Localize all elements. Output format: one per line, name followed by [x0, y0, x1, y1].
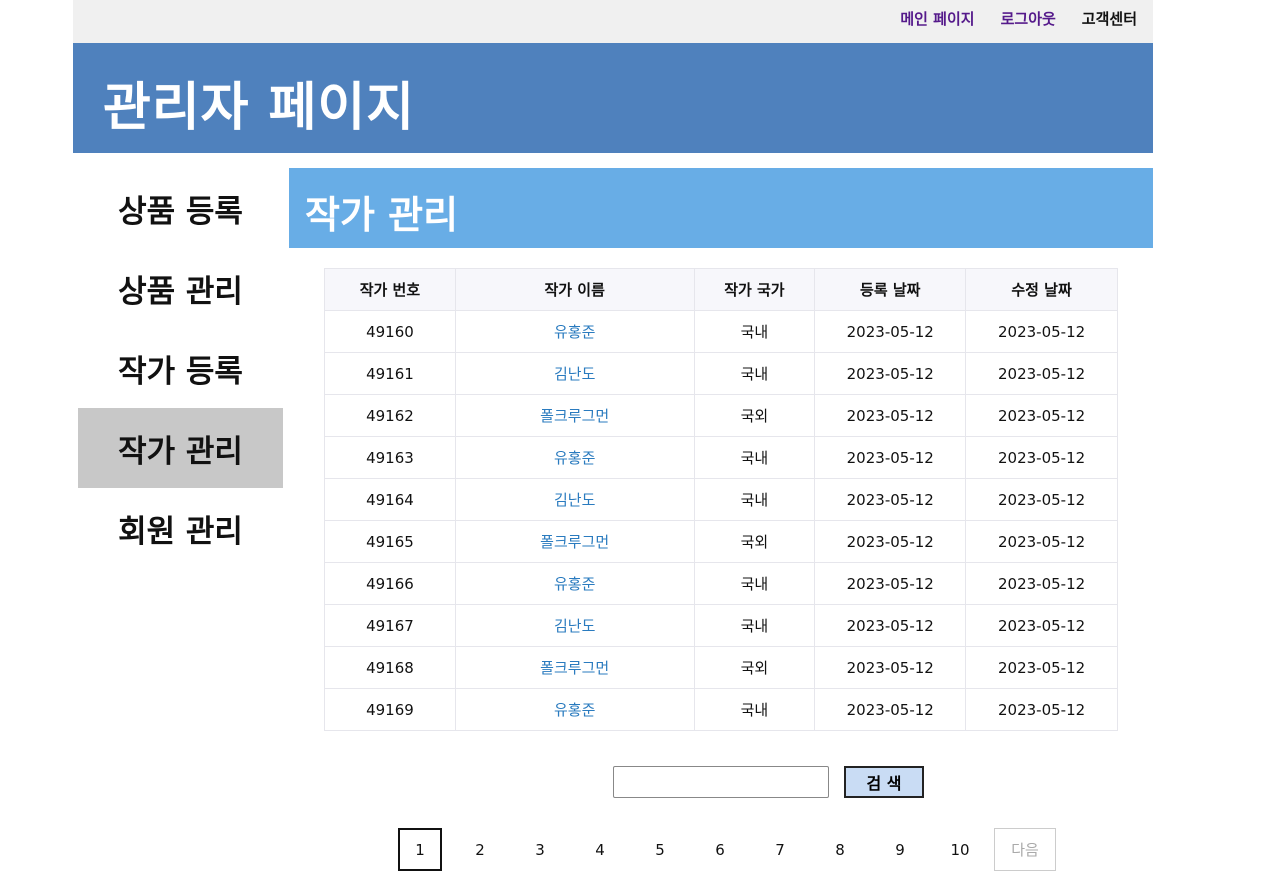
cell-author-id: 49164 — [324, 478, 456, 521]
sidebar-item-product-manage[interactable]: 상품 관리 — [78, 248, 283, 328]
author-table: 작가 번호 작가 이름 작가 국가 등록 날짜 수정 날짜 49160 유홍준 국내… — [324, 268, 1118, 731]
page-link-3[interactable]: 3 — [510, 828, 570, 871]
sidebar-item-product-register[interactable]: 상품 등록 — [78, 168, 283, 248]
top-utility-bar: 메인 페이지 로그아웃 고객센터 — [73, 0, 1153, 43]
cell-register-date: 2023-05-12 — [814, 352, 967, 395]
section-header: 작가 관리 — [289, 168, 1153, 248]
customer-center-link[interactable]: 고객센터 — [1082, 8, 1137, 29]
search-input[interactable] — [613, 766, 829, 798]
cell-modify-date: 2023-05-12 — [965, 562, 1118, 605]
page-link-2[interactable]: 2 — [450, 828, 510, 871]
table-row: 49162 폴크루그먼 국외 2023-05-12 2023-05-12 — [324, 394, 1118, 437]
cell-register-date: 2023-05-12 — [814, 562, 967, 605]
logout-link[interactable]: 로그아웃 — [1001, 8, 1056, 29]
cell-author-country: 국외 — [693, 646, 816, 689]
table-row: 49164 김난도 국내 2023-05-12 2023-05-12 — [324, 478, 1118, 521]
cell-register-date: 2023-05-12 — [814, 646, 967, 689]
cell-author-name[interactable]: 폴크루그먼 — [454, 520, 695, 563]
pagination: 1 2 3 4 5 6 7 8 9 10 다음 — [398, 828, 1056, 871]
cell-author-id: 49163 — [324, 436, 456, 479]
cell-author-country: 국내 — [693, 604, 816, 647]
cell-author-name[interactable]: 김난도 — [454, 352, 695, 395]
table-row: 49160 유홍준 국내 2023-05-12 2023-05-12 — [324, 310, 1118, 353]
cell-author-name[interactable]: 유홍준 — [454, 436, 695, 479]
table-row: 49165 폴크루그먼 국외 2023-05-12 2023-05-12 — [324, 520, 1118, 563]
admin-sidebar: 상품 등록 상품 관리 작가 등록 작가 관리 회원 관리 — [78, 168, 283, 568]
table-body: 49160 유홍준 국내 2023-05-12 2023-05-12 49161 김난도 국내… — [324, 310, 1118, 731]
search-bar: 검 색 — [613, 766, 924, 798]
cell-modify-date: 2023-05-12 — [965, 646, 1118, 689]
cell-author-name[interactable]: 폴크루그먼 — [454, 394, 695, 437]
cell-modify-date: 2023-05-12 — [965, 688, 1118, 731]
page-link-9[interactable]: 9 — [870, 828, 930, 871]
cell-author-name[interactable]: 김난도 — [454, 604, 695, 647]
cell-modify-date: 2023-05-12 — [965, 352, 1118, 395]
cell-author-country: 국외 — [693, 394, 816, 437]
cell-author-country: 국내 — [693, 436, 816, 479]
sidebar-item-author-manage[interactable]: 작가 관리 — [78, 408, 283, 488]
cell-author-country: 국내 — [693, 562, 816, 605]
cell-author-id: 49160 — [324, 310, 456, 353]
cell-author-country: 국내 — [693, 310, 816, 353]
cell-author-id: 49161 — [324, 352, 456, 395]
cell-register-date: 2023-05-12 — [814, 478, 967, 521]
cell-author-name[interactable]: 유홍준 — [454, 688, 695, 731]
header-author-id: 작가 번호 — [324, 268, 456, 311]
cell-modify-date: 2023-05-12 — [965, 310, 1118, 353]
table-row: 49163 유홍준 국내 2023-05-12 2023-05-12 — [324, 436, 1118, 479]
page-link-10[interactable]: 10 — [930, 828, 990, 871]
next-page-button[interactable]: 다음 — [994, 828, 1056, 871]
cell-author-name[interactable]: 유홍준 — [454, 562, 695, 605]
header-author-name: 작가 이름 — [454, 268, 695, 311]
cell-author-id: 49169 — [324, 688, 456, 731]
cell-modify-date: 2023-05-12 — [965, 520, 1118, 563]
page-link-7[interactable]: 7 — [750, 828, 810, 871]
header-register-date: 등록 날짜 — [814, 268, 967, 311]
section-title: 작가 관리 — [305, 193, 459, 237]
cell-register-date: 2023-05-12 — [814, 436, 967, 479]
cell-modify-date: 2023-05-12 — [965, 604, 1118, 647]
sidebar-item-author-register[interactable]: 작가 등록 — [78, 328, 283, 408]
cell-author-name[interactable]: 김난도 — [454, 478, 695, 521]
cell-author-name[interactable]: 폴크루그먼 — [454, 646, 695, 689]
page-link-6[interactable]: 6 — [690, 828, 750, 871]
header-modify-date: 수정 날짜 — [965, 268, 1118, 311]
main-page-link[interactable]: 메인 페이지 — [900, 8, 974, 29]
page-header: 관리자 페이지 — [73, 43, 1153, 153]
page-link-1[interactable]: 1 — [398, 828, 442, 871]
cell-author-country: 국내 — [693, 478, 816, 521]
page-link-4[interactable]: 4 — [570, 828, 630, 871]
cell-author-id: 49165 — [324, 520, 456, 563]
table-row: 49167 김난도 국내 2023-05-12 2023-05-12 — [324, 604, 1118, 647]
cell-author-country: 국내 — [693, 688, 816, 731]
sidebar-item-member-manage[interactable]: 회원 관리 — [78, 488, 283, 568]
cell-author-name[interactable]: 유홍준 — [454, 310, 695, 353]
cell-author-id: 49166 — [324, 562, 456, 605]
cell-register-date: 2023-05-12 — [814, 394, 967, 437]
cell-author-id: 49162 — [324, 394, 456, 437]
table-row: 49168 폴크루그먼 국외 2023-05-12 2023-05-12 — [324, 646, 1118, 689]
search-button[interactable]: 검 색 — [844, 766, 924, 798]
page-title[interactable]: 관리자 페이지 — [103, 65, 415, 140]
cell-author-id: 49167 — [324, 604, 456, 647]
table-row: 49161 김난도 국내 2023-05-12 2023-05-12 — [324, 352, 1118, 395]
cell-modify-date: 2023-05-12 — [965, 394, 1118, 437]
cell-register-date: 2023-05-12 — [814, 520, 967, 563]
cell-register-date: 2023-05-12 — [814, 688, 967, 731]
cell-author-country: 국외 — [693, 520, 816, 563]
cell-register-date: 2023-05-12 — [814, 604, 967, 647]
cell-register-date: 2023-05-12 — [814, 310, 967, 353]
table-row: 49166 유홍준 국내 2023-05-12 2023-05-12 — [324, 562, 1118, 605]
page-link-8[interactable]: 8 — [810, 828, 870, 871]
cell-modify-date: 2023-05-12 — [965, 478, 1118, 521]
table-row: 49169 유홍준 국내 2023-05-12 2023-05-12 — [324, 688, 1118, 731]
page-link-5[interactable]: 5 — [630, 828, 690, 871]
top-links: 메인 페이지 로그아웃 고객센터 — [900, 8, 1137, 29]
cell-author-country: 국내 — [693, 352, 816, 395]
cell-modify-date: 2023-05-12 — [965, 436, 1118, 479]
table-header-row: 작가 번호 작가 이름 작가 국가 등록 날짜 수정 날짜 — [324, 268, 1118, 311]
header-author-country: 작가 국가 — [693, 268, 816, 311]
cell-author-id: 49168 — [324, 646, 456, 689]
